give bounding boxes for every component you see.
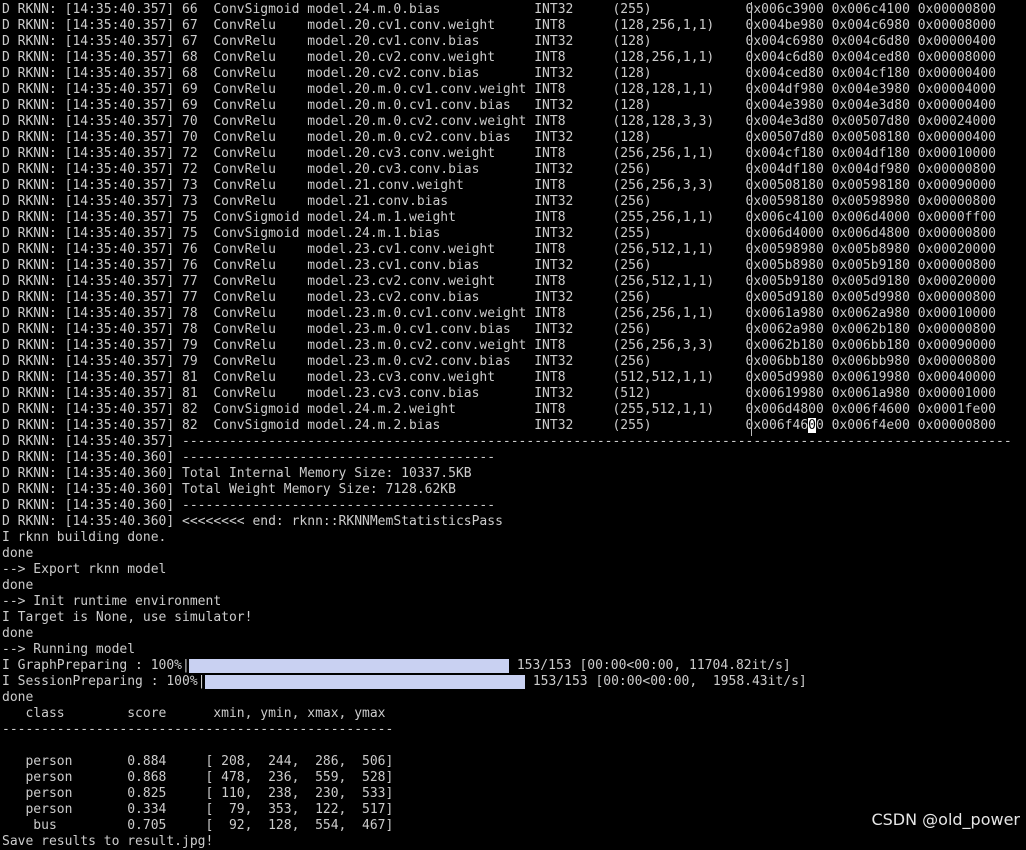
progress-bar-fill — [205, 675, 525, 689]
memory-table-row: D RKNN: [14:35:40.357] 67 ConvRelu model… — [2, 18, 996, 33]
memory-table-row: D RKNN: [14:35:40.357] 72 ConvRelu model… — [2, 146, 996, 161]
watermark: CSDN @old_power — [871, 810, 1020, 829]
table-column-separator — [751, 2, 752, 436]
memory-table-row: D RKNN: [14:35:40.357] 78 ConvRelu model… — [2, 322, 996, 337]
text-cursor: 0 — [808, 418, 816, 433]
progress-stats: 153/153 [00:00<00:00, 11704.82it/s] — [509, 658, 791, 673]
results-row: person 0.825 [ 110, 238, 230, 533] — [2, 786, 394, 801]
progress-bar-fill — [189, 659, 509, 673]
progress-row: I GraphPreparing : 100%| 153/153 [00:00<… — [2, 658, 1024, 674]
results-header: class score xmin, ymin, xmax, ymax — [2, 706, 386, 721]
log-line: I rknn building done. — [2, 530, 167, 545]
memory-table-row: D RKNN: [14:35:40.357] 78 ConvRelu model… — [2, 306, 996, 321]
log-line: --> Export rknn model — [2, 562, 167, 577]
memory-table-row: D RKNN: [14:35:40.357] 75 ConvSigmoid mo… — [2, 226, 996, 241]
memory-table-row: D RKNN: [14:35:40.357] 81 ConvRelu model… — [2, 370, 996, 385]
log-line: done — [2, 578, 34, 593]
memory-table-row: D RKNN: [14:35:40.357] 70 ConvRelu model… — [2, 114, 996, 129]
log-line: D RKNN: [14:35:40.360] <<<<<<<< end: rkn… — [2, 514, 503, 529]
memory-table: D RKNN: [14:35:40.357] 66 ConvSigmoid mo… — [2, 2, 1024, 418]
progress-section: I GraphPreparing : 100%| 153/153 [00:00<… — [2, 658, 1024, 690]
memory-table-row: D RKNN: [14:35:40.357] 68 ConvRelu model… — [2, 50, 996, 65]
memory-table-row: D RKNN: [14:35:40.357] 69 ConvRelu model… — [2, 82, 996, 97]
results-blank-line — [2, 738, 1024, 754]
results-row: person 0.868 [ 478, 236, 559, 528] — [2, 770, 394, 785]
memory-table-row: D RKNN: [14:35:40.357] 76 ConvRelu model… — [2, 242, 996, 257]
memory-table-row: D RKNN: [14:35:40.357] 79 ConvRelu model… — [2, 338, 996, 353]
log-line: --> Running model — [2, 642, 136, 657]
log-line: done — [2, 546, 34, 561]
log-line: D RKNN: [14:35:40.360] -----------------… — [2, 498, 496, 513]
save-message: Save results to result.jpg! — [2, 834, 214, 849]
progress-stats: 153/153 [00:00<00:00, 1958.43it/s] — [525, 674, 807, 689]
memory-table-row: D RKNN: [14:35:40.357] 67 ConvRelu model… — [2, 34, 996, 49]
memory-table-row: D RKNN: [14:35:40.357] 69 ConvRelu model… — [2, 98, 996, 113]
log-line: --> Init runtime environment — [2, 594, 222, 609]
log-line: done — [2, 626, 34, 641]
log-line: I Target is None, use simulator! — [2, 610, 253, 625]
log-line: D RKNN: [14:35:40.360] Total Internal Me… — [2, 466, 472, 481]
memory-table-row: D RKNN: [14:35:40.357] 73 ConvRelu model… — [2, 178, 996, 193]
progress-label: I GraphPreparing : 100%| — [2, 658, 190, 673]
memory-table-row-last: D RKNN: [14:35:40.357] 82 ConvSigmoid mo… — [2, 418, 996, 433]
memory-table-row: D RKNN: [14:35:40.357] 79 ConvRelu model… — [2, 354, 996, 369]
memory-table-row: D RKNN: [14:35:40.357] 66 ConvSigmoid mo… — [2, 2, 996, 17]
results-row: person 0.884 [ 208, 244, 286, 506] — [2, 754, 394, 769]
memory-table-row: D RKNN: [14:35:40.357] 75 ConvSigmoid mo… — [2, 210, 996, 225]
memory-table-row: D RKNN: [14:35:40.357] 73 ConvRelu model… — [2, 194, 996, 209]
log-line: D RKNN: [14:35:40.360] Total Weight Memo… — [2, 482, 456, 497]
memory-table-row: D RKNN: [14:35:40.357] 77 ConvRelu model… — [2, 274, 996, 289]
memory-table-row: D RKNN: [14:35:40.357] 81 ConvRelu model… — [2, 386, 996, 401]
log-line: D RKNN: [14:35:40.357] -----------------… — [2, 434, 1012, 449]
results-divider: ----------------------------------------… — [2, 722, 394, 737]
progress-row: I SessionPreparing : 100%| 153/153 [00:0… — [2, 674, 1024, 690]
progress-label: I SessionPreparing : 100%| — [2, 674, 206, 689]
memory-table-row: D RKNN: [14:35:40.357] 72 ConvRelu model… — [2, 162, 996, 177]
log-line: D RKNN: [14:35:40.360] -----------------… — [2, 450, 496, 465]
build-log: D RKNN: [14:35:40.357] -----------------… — [2, 434, 1024, 658]
memory-table-row: D RKNN: [14:35:40.357] 77 ConvRelu model… — [2, 290, 996, 305]
memory-table-row: D RKNN: [14:35:40.357] 70 ConvRelu model… — [2, 130, 996, 145]
memory-table-row: D RKNN: [14:35:40.357] 68 ConvRelu model… — [2, 66, 996, 81]
terminal-window[interactable]: D RKNN: [14:35:40.357] 66 ConvSigmoid mo… — [2, 2, 1024, 849]
memory-table-row: D RKNN: [14:35:40.357] 82 ConvSigmoid mo… — [2, 402, 996, 417]
done-line: done — [2, 690, 34, 705]
memory-table-row: D RKNN: [14:35:40.357] 76 ConvRelu model… — [2, 258, 996, 273]
